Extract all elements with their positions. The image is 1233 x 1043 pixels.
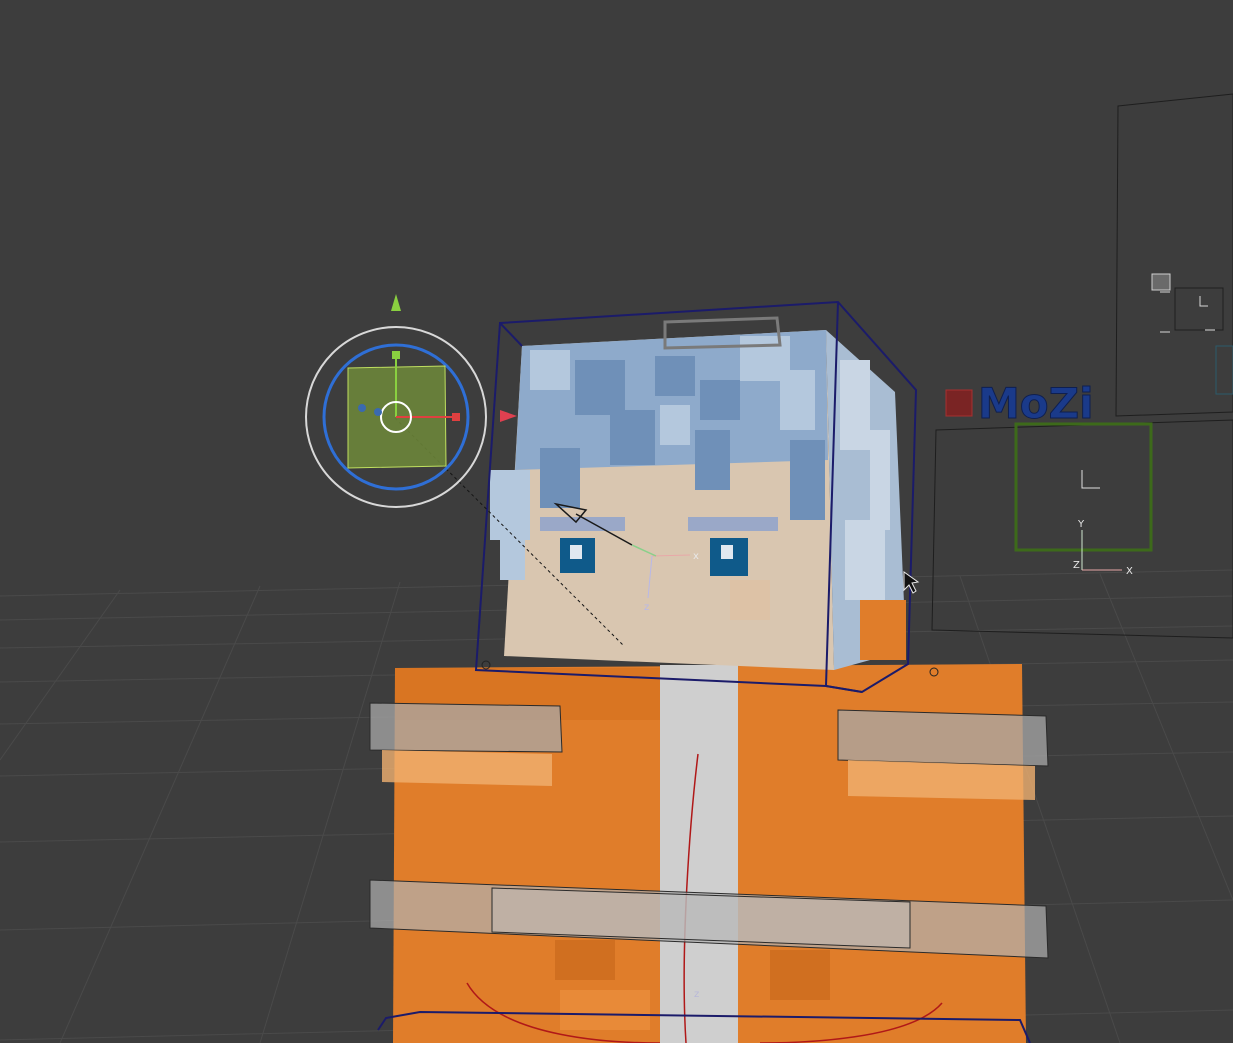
empty-x-label: X	[1126, 566, 1133, 577]
empty-y-label: Y	[1077, 519, 1085, 530]
light-gizmo-icon[interactable]	[305, 294, 517, 508]
face-axis-z: z	[644, 602, 649, 613]
mozi-logo-object[interactable]: MoZi	[945, 379, 1094, 429]
small-empties	[1160, 291, 1215, 333]
green-frame-object[interactable]	[1014, 422, 1153, 552]
character-head[interactable]: x z	[490, 316, 906, 670]
scene-canvas[interactable]: MoZi Y X Z z x z	[0, 0, 1233, 1043]
body-z-label: z	[694, 989, 699, 1000]
3d-viewport[interactable]: MoZi Y X Z z x z	[0, 0, 1233, 1043]
empty-axes: Y X Z	[1073, 519, 1133, 577]
logo-text: MoZi	[978, 379, 1094, 428]
face-axis-x: x	[693, 551, 699, 562]
empty-z-label: Z	[1073, 560, 1080, 571]
